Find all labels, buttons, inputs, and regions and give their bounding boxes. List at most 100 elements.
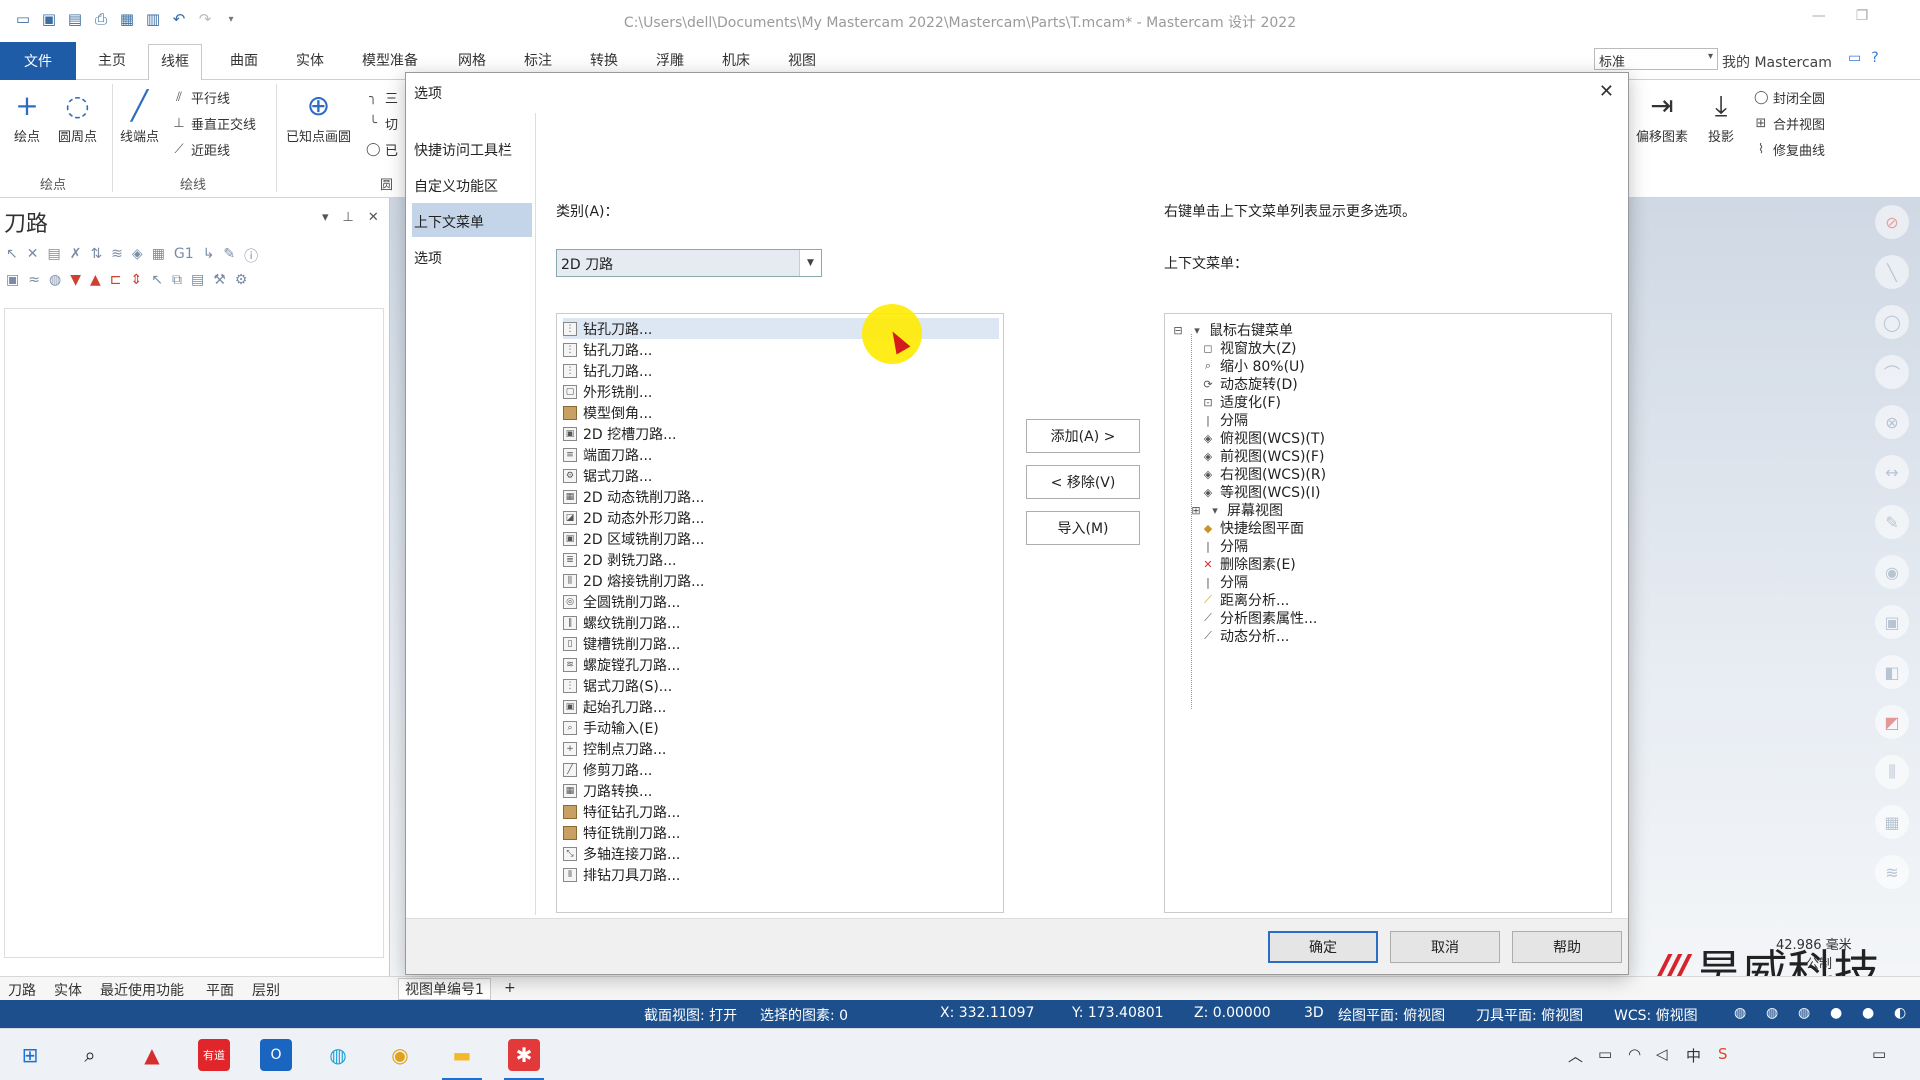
mastercam-icon[interactable]: ✱ [508,1039,540,1071]
tree-item[interactable]: ✕ 删除图素(E) [1201,554,1295,574]
tab-machine[interactable]: 机床 [722,50,750,70]
tray-expand-icon[interactable]: ︿ [1568,1045,1583,1066]
stock-icon[interactable]: ▦ [152,246,165,266]
solid-icon[interactable]: ◉ [1875,555,1909,589]
globe-icon-2[interactable]: ◍ [1766,1005,1778,1021]
tab-surfaces[interactable]: 曲面 [230,50,258,70]
known-point-circle-button[interactable]: ⊕ 已知点画圆 [286,86,351,145]
list-item[interactable]: ⋮ 锯式刀路(S)... [563,675,999,696]
nav-context-menu[interactable]: 上下文菜单 [412,203,532,237]
youdao-icon[interactable]: 有道 [198,1039,230,1071]
line-tool-icon[interactable]: ╲ [1875,255,1909,289]
partial-button-3[interactable]: ◯ 已 [366,140,398,159]
list-item[interactable]: ▯ 键槽铣削刀路... [563,633,999,654]
list-item[interactable]: ◪ 2D 动态外形刀路... [563,507,999,528]
box-icon[interactable]: ▣ [1875,605,1909,639]
cplane-status[interactable]: 绘图平面: 俯视图 [1338,1005,1445,1025]
bars-icon[interactable]: ⫼ [1875,755,1909,789]
battery-icon[interactable]: ▭ [1598,1045,1612,1063]
tree-root[interactable]: ⊟ ▾ 鼠标右键菜单 [1171,320,1293,340]
simulate-icon[interactable]: ◈ [132,246,143,266]
transform-icon[interactable]: ⊗ [1875,405,1909,439]
chat-icon[interactable]: ▭ [1848,50,1861,66]
tab-solids[interactable]: 实体 [296,50,324,70]
wcs-status[interactable]: WCS: 俯视图 [1614,1005,1698,1025]
ime-indicator[interactable]: 中 [1686,1045,1701,1066]
parallel-line-button[interactable]: ⫽ 平行线 [172,88,230,107]
mode-3d[interactable]: 3D [1304,1005,1324,1021]
join-entities-button[interactable]: ⊞ 合并视图 [1754,114,1825,133]
lock-icon[interactable]: ▣ [6,272,19,288]
list-item[interactable]: 模型倒角... [563,402,999,423]
section-view-status[interactable]: 截面视图: 打开 [644,1005,737,1025]
move-up-icon[interactable]: ▲ [90,272,101,288]
move-down-icon[interactable]: ▼ [70,272,81,288]
tree-item[interactable]: ⟳ 动态旋转(D) [1201,374,1297,394]
tree-item[interactable]: ◈ 俯视图(WCS)(T) [1201,428,1325,448]
g1-icon[interactable]: G1 [174,246,194,266]
tab-wireframe[interactable]: 线框 [148,44,202,81]
tab-levels[interactable]: 层别 [252,980,280,1000]
search-icon[interactable]: ⌕ [74,1039,106,1071]
list-item[interactable]: ⚙ 锯式刀路... [563,465,999,486]
tree-item[interactable]: | 分隔 [1201,572,1248,592]
volume-icon[interactable]: ◁ [1656,1045,1668,1063]
globe-icon[interactable]: ◍ [1734,1005,1746,1021]
globe-icon-3[interactable]: ◍ [1798,1005,1810,1021]
list-icon[interactable]: ▤ [191,272,204,288]
tree-subroot[interactable]: ⊞ ▾ 屏幕视图 [1189,500,1283,520]
list-item[interactable]: ▣ 起始孔刀路... [563,696,999,717]
sogou-icon[interactable]: S [1718,1045,1728,1063]
my-mastercam-link[interactable]: 我的 Mastercam [1722,52,1832,72]
list-item[interactable]: ◎ 全圆铣削刀路... [563,591,999,612]
tab-annotate[interactable]: 标注 [524,50,552,70]
list-item[interactable]: ╱ 修剪刀路... [563,759,999,780]
command-list[interactable]: ⋮ 钻孔刀路... ⋮ 钻孔刀路... ⋮ 钻孔刀路... ▢ 外形铣削... 模型倒角… [556,313,1004,913]
tab-relief[interactable]: 浮雕 [656,50,684,70]
grid-icon[interactable]: ▦ [1875,805,1909,839]
list-item[interactable]: ⋮ 钻孔刀路... [563,339,999,360]
layers-icon[interactable]: ≋ [1875,855,1909,889]
list-item[interactable]: ▣ 2D 区域铣削刀路... [563,528,999,549]
list-item[interactable]: ⋮ 钻孔刀路... [563,318,999,339]
list-item[interactable]: ≣ 2D 剥铣刀路... [563,549,999,570]
remove-button[interactable]: < 移除(V) [1026,465,1140,499]
ok-button[interactable]: 确定 [1268,931,1378,963]
ghost-icon[interactable]: ◍ [49,272,61,288]
tree-item[interactable]: ⌕ 缩小 80%(U) [1201,356,1305,376]
nav-quick-access-toolbar[interactable]: 快捷访问工具栏 [412,131,532,165]
list-item[interactable]: ⤡ 多轴连接刀路... [563,843,999,864]
expand-icon[interactable]: ⇕ [130,272,142,288]
circle-center-point-button[interactable]: ◌ 圆周点 [58,86,97,145]
copy-icon[interactable]: ⧉ [172,272,182,288]
list-item[interactable]: ▦ 刀路转换... [563,780,999,801]
partial-button-2[interactable]: ╰ 切 [366,114,398,133]
tab-recent-functions[interactable]: 最近使用功能 [100,980,184,1000]
sphere-icon-3[interactable]: ◐ [1894,1005,1906,1021]
select-all-icon[interactable]: ↖ [6,246,18,266]
tree-item[interactable]: ⟋ 动态分析... [1201,626,1289,646]
closest-line-button[interactable]: ⟋ 近距线 [172,140,230,159]
list-item[interactable]: ⌕ 手动输入(E) [563,717,999,738]
wand-icon[interactable]: ✎ [223,246,235,266]
tree-item[interactable]: ◆ 快捷绘图平面 [1201,518,1304,538]
list-item[interactable]: ▣ 2D 挖槽刀路... [563,423,999,444]
chevron-down-icon[interactable]: ▾ [322,210,329,225]
z-coordinate[interactable]: Z: 0.00000 [1194,1005,1271,1021]
help-icon[interactable]: ? [1871,50,1878,66]
post-icon[interactable]: ↳ [203,246,215,266]
wifi-icon[interactable]: ◠ [1628,1045,1641,1063]
tab-home[interactable]: 主页 [98,50,126,70]
context-menu-tree[interactable]: ⊟ ▾ 鼠标右键菜单 ◻ 视窗放大(Z) ⌕ 缩小 80%(U) ⟳ 动态旋转(D) ⊡ 适… [1164,313,1612,913]
list-item[interactable]: + 控制点刀路... [563,738,999,759]
tree-item[interactable]: ◈ 等视图(WCS)(I) [1201,482,1321,502]
list-item[interactable]: 特征铣削刀路... [563,822,999,843]
notification-icon[interactable]: ▭ [1872,1045,1886,1063]
toolpath-tree[interactable] [4,308,384,958]
sphere-icon-2[interactable]: ● [1862,1005,1874,1021]
nav-customize-ribbon[interactable]: 自定义功能区 [412,167,532,201]
add-viewsheet-button[interactable]: + [504,980,516,996]
pin-icon[interactable]: ⊥ [343,210,354,225]
backplot-icon[interactable]: ⇅ [90,246,102,266]
tree-item[interactable]: ⊡ 适度化(F) [1201,392,1281,412]
